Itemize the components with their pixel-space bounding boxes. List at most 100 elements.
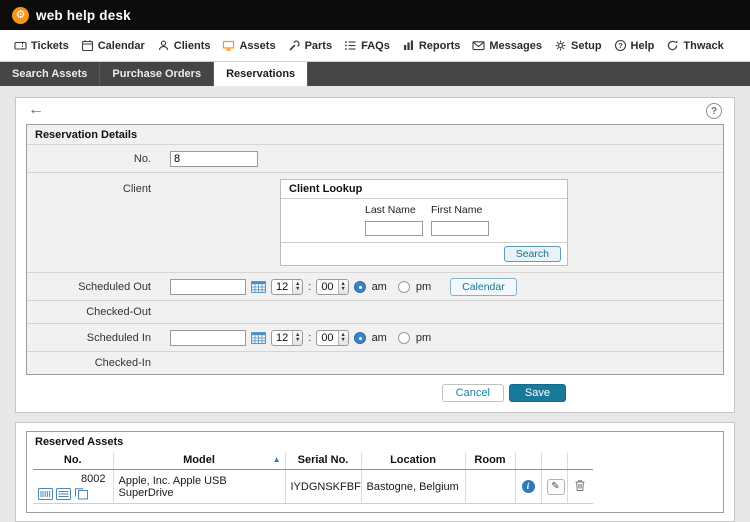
- list-icon[interactable]: [56, 488, 71, 500]
- reservation-no-input[interactable]: [170, 150, 258, 167]
- nav-label: Messages: [489, 39, 542, 52]
- nav-label: Tickets: [31, 39, 69, 52]
- trash-icon[interactable]: [574, 479, 586, 492]
- client-lookup-title: Client Lookup: [281, 180, 567, 199]
- nav-item-parts[interactable]: Parts: [288, 39, 332, 52]
- calendar-picker-icon[interactable]: [251, 280, 266, 293]
- calendar-picker-icon[interactable]: [251, 331, 266, 344]
- back-arrow-icon[interactable]: [28, 102, 44, 118]
- faqs-icon: [344, 39, 357, 52]
- nav-label: Thwack: [683, 39, 724, 52]
- scheduled-out-am-radio[interactable]: [353, 280, 366, 293]
- parts-icon: [288, 39, 301, 52]
- nav-item-help[interactable]: ? Help: [614, 39, 655, 52]
- scheduled-out-minute-spinner[interactable]: 00: [316, 278, 349, 295]
- sort-ascending-icon: [273, 456, 281, 464]
- am-label[interactable]: am: [372, 281, 387, 293]
- time-separator: :: [308, 280, 312, 293]
- column-header-serial[interactable]: Serial No.: [285, 452, 362, 470]
- nav-label: FAQs: [361, 39, 390, 52]
- tab-reservations[interactable]: Reservations: [214, 62, 309, 86]
- reservation-details-box: Reservation Details No. Client Client Lo…: [26, 124, 724, 375]
- am-label[interactable]: am: [372, 332, 387, 344]
- reservation-details-title: Reservation Details: [35, 129, 138, 141]
- checked-in-label: Checked-In: [94, 357, 151, 369]
- asset-quick-actions: [38, 488, 108, 500]
- stepper-arrows-icon: [292, 330, 303, 345]
- nav-label: Reports: [418, 39, 461, 52]
- calendar-button[interactable]: Calendar: [450, 277, 517, 296]
- nav-label: Clients: [173, 39, 211, 52]
- save-button[interactable]: Save: [508, 384, 566, 402]
- reports-icon: [402, 39, 415, 52]
- scheduled-out-pm-radio[interactable]: [397, 280, 410, 293]
- nav-item-faqs[interactable]: FAQs: [344, 39, 390, 52]
- column-header-model[interactable]: Model: [113, 452, 286, 470]
- nav-label: Setup: [570, 39, 602, 52]
- nav-item-clients[interactable]: Clients: [157, 39, 211, 52]
- nav-item-tickets[interactable]: Tickets: [14, 39, 69, 52]
- field-row-no: No.: [27, 144, 723, 172]
- minute-value: 00: [321, 331, 334, 344]
- column-header-room[interactable]: Room: [465, 452, 516, 470]
- nav-item-setup[interactable]: Setup: [554, 39, 602, 52]
- minute-value: 00: [321, 280, 334, 293]
- nav-label: Help: [630, 39, 655, 52]
- nav-item-messages[interactable]: Messages: [472, 39, 542, 52]
- cancel-button[interactable]: Cancel: [441, 384, 504, 402]
- refresh-circle-icon: [666, 39, 679, 52]
- last-name-field: Last Name: [365, 204, 423, 236]
- delete-cell: [567, 469, 593, 504]
- nav-item-assets[interactable]: Assets: [222, 39, 276, 52]
- nav-item-thwack[interactable]: Thwack: [666, 39, 724, 52]
- nav-item-reports[interactable]: Reports: [402, 39, 461, 52]
- client-lookup-footer: Search: [281, 242, 567, 265]
- pm-label[interactable]: pm: [416, 281, 431, 293]
- content-area: Reservation Details No. Client Client Lo…: [0, 86, 750, 522]
- scheduled-in-minute-spinner[interactable]: 00: [316, 329, 349, 346]
- scheduled-in-hour-spinner[interactable]: 12: [271, 329, 304, 346]
- page-help-icon[interactable]: [706, 103, 722, 119]
- first-name-field: First Name: [431, 204, 489, 236]
- reserved-assets-title: Reserved Assets: [35, 436, 124, 448]
- asset-no: 8002: [81, 473, 106, 485]
- asset-model: Apple, Inc. Apple USB SuperDrive: [113, 469, 286, 504]
- table-header-row: No. Model Serial No. Location Room: [33, 452, 593, 470]
- time-separator: :: [308, 331, 312, 344]
- copy-icon[interactable]: [74, 488, 89, 500]
- last-name-input[interactable]: [365, 220, 423, 236]
- search-button[interactable]: Search: [503, 246, 561, 262]
- checked-out-label: Checked-Out: [86, 306, 151, 318]
- asset-location: Bastogne, Belgium: [361, 469, 466, 504]
- last-name-label: Last Name: [365, 204, 416, 216]
- hour-value: 12: [276, 280, 289, 293]
- scheduled-in-am-radio[interactable]: [353, 331, 366, 344]
- hour-value: 12: [276, 331, 289, 344]
- edit-pencil-icon[interactable]: [546, 478, 565, 495]
- top-bar: web help desk: [0, 0, 750, 30]
- calendar-icon: [81, 39, 94, 52]
- field-row-client: Client Client Lookup Last Name First Nam…: [27, 172, 723, 272]
- scheduled-in-label: Scheduled In: [86, 331, 151, 344]
- column-header-location[interactable]: Location: [361, 452, 466, 470]
- scheduled-in-date-input[interactable]: [170, 329, 246, 346]
- nav-item-calendar[interactable]: Calendar: [81, 39, 145, 52]
- pm-label[interactable]: pm: [416, 332, 431, 344]
- scheduled-in-pm-radio[interactable]: [397, 331, 410, 344]
- barcode-icon[interactable]: [38, 488, 53, 500]
- info-icon[interactable]: [521, 480, 535, 493]
- scheduled-out-date-input[interactable]: [170, 278, 246, 295]
- client-lookup-body: Last Name First Name: [281, 199, 567, 242]
- main-nav: Tickets Calendar Clients Assets Parts FA…: [0, 30, 750, 62]
- stepper-arrows-icon: [337, 279, 348, 294]
- tab-purchase-orders[interactable]: Purchase Orders: [100, 62, 215, 86]
- gear-icon: [554, 39, 567, 52]
- tab-search-assets[interactable]: Search Assets: [0, 62, 101, 86]
- column-header-no[interactable]: No.: [33, 452, 114, 470]
- scheduled-out-hour-spinner[interactable]: 12: [271, 278, 304, 295]
- actions-column-header: [567, 452, 593, 470]
- nav-label: Calendar: [97, 39, 145, 52]
- actions-column-header: [541, 452, 568, 470]
- first-name-input[interactable]: [431, 220, 489, 236]
- stepper-arrows-icon: [337, 330, 348, 345]
